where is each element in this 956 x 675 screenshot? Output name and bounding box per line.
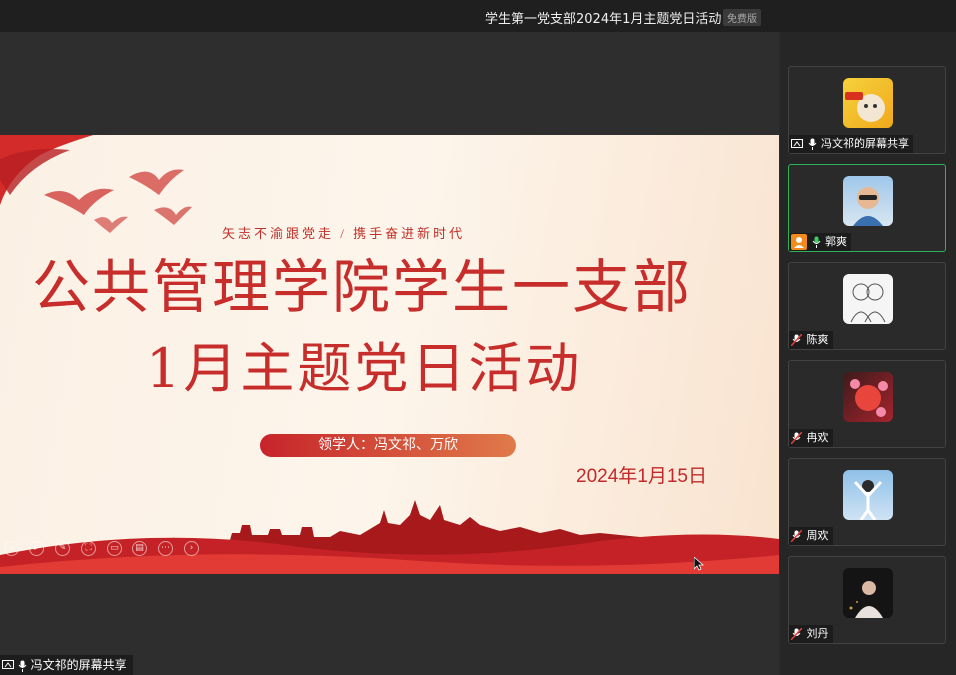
fullscreen-icon[interactable]: ⛶ [81, 541, 96, 556]
slide-title: 公共管理学院学生一支部 [32, 253, 693, 321]
participant-name-tag: 周欢 [789, 527, 833, 545]
screen-icon[interactable]: ▭ [107, 541, 122, 556]
edition-badge[interactable]: 免费版 [723, 9, 761, 26]
participant-tile[interactable]: 周欢 [788, 458, 946, 546]
doves-decoration [44, 169, 192, 233]
next-icon[interactable]: › [184, 541, 199, 556]
participant-tile[interactable]: 冯文祁的屏幕共享 [788, 66, 946, 154]
title-bar: 学生第一党支部2024年1月主题党日活动 免费版 [0, 0, 956, 32]
play-icon[interactable]: ▸ [29, 541, 44, 556]
lead-presenter-pill: 领学人：冯文祁、万欣 [260, 434, 516, 457]
avatar [843, 372, 893, 422]
participant-tile[interactable]: 刘丹 [788, 556, 946, 644]
participant-name: 冯文祁的屏幕共享 [821, 137, 909, 150]
mic-icon [808, 138, 816, 150]
screen-share-icon [2, 660, 14, 669]
participant-tile[interactable]: 冉欢 [788, 360, 946, 448]
slide-tagline: 矢志不渝跟党走 / 携手奋进新时代 [222, 226, 466, 241]
participant-name-tag: 郭爽 [789, 233, 851, 251]
slide-date: 2024年1月15日 [576, 466, 707, 487]
more-icon[interactable]: ⋯ [158, 541, 173, 556]
meeting-title: 学生第一党支部2024年1月主题党日活动 [485, 12, 722, 27]
participant-name-tag: 陈爽 [789, 331, 833, 349]
slide-toolbar: ‹ ▸ ✎ ⛶ ▭ ▤ ⋯ › [0, 538, 210, 560]
mic-muted-icon [790, 431, 803, 445]
host-icon [791, 234, 807, 250]
comment-icon[interactable]: ▤ [132, 541, 147, 556]
participant-name: 冉欢 [806, 431, 829, 444]
presentation-slide: 矢志不渝跟党走 / 携手奋进新时代 公共管理学院学生一支部 1月主题党日活动 领… [0, 135, 779, 574]
screen-share-owner: 冯文祁的屏幕共享 [30, 658, 127, 672]
mic-muted-icon [790, 529, 803, 543]
participant-name-tag: 刘丹 [789, 625, 833, 643]
screen-share-icon [791, 138, 803, 148]
mic-icon [812, 236, 820, 248]
avatar [843, 274, 893, 324]
slide-subtitle: 1月主题党日活动 [146, 337, 583, 400]
participant-name-tag: 冯文祁的屏幕共享 [789, 135, 913, 153]
pen-icon[interactable]: ✎ [55, 541, 70, 556]
participant-tile[interactable]: 陈爽 [788, 262, 946, 350]
avatar [843, 78, 893, 128]
mic-muted-icon [790, 333, 803, 347]
participant-name: 陈爽 [806, 333, 829, 346]
mic-icon [18, 660, 27, 672]
participant-tile[interactable]: 郭爽 [788, 164, 946, 252]
mic-muted-icon [790, 627, 803, 641]
avatar [843, 176, 893, 226]
skyline-decoration [0, 500, 779, 574]
participant-name-tag: 冉欢 [789, 429, 833, 447]
participant-name: 郭爽 [825, 235, 847, 248]
participant-name: 刘丹 [806, 627, 829, 640]
avatar [843, 470, 893, 520]
avatar [843, 568, 893, 618]
prev-icon[interactable]: ‹ [4, 541, 19, 556]
mouse-cursor-icon [694, 557, 704, 571]
participant-name: 周欢 [806, 529, 829, 542]
screen-share-label: 冯文祁的屏幕共享 [0, 655, 133, 675]
